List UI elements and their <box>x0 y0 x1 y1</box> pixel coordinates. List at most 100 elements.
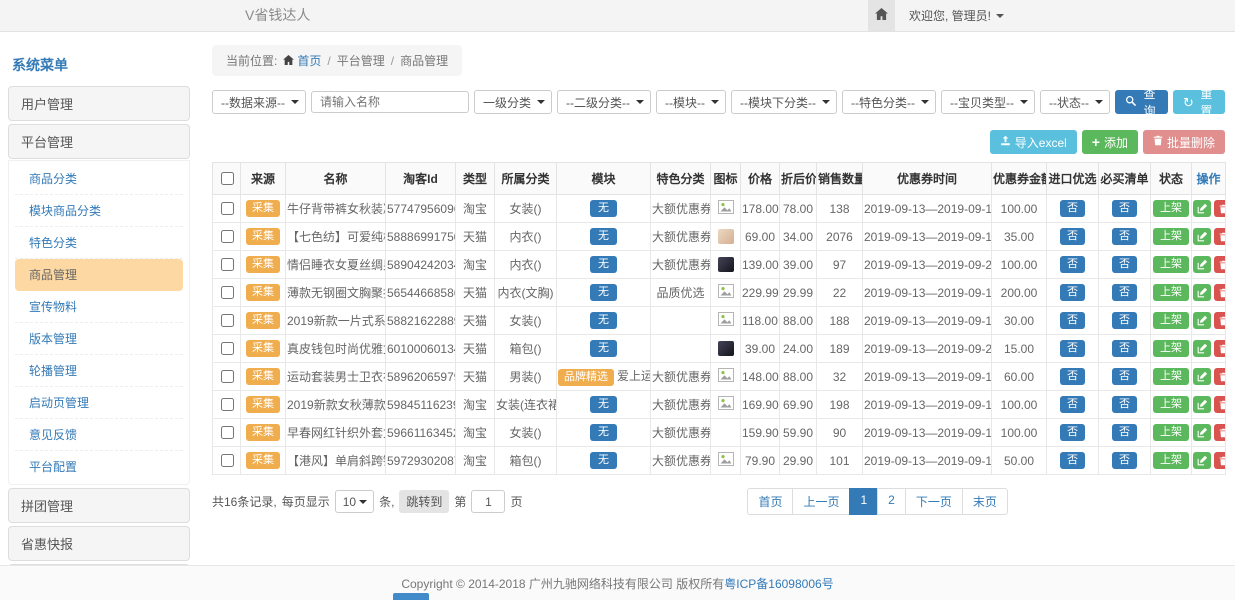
must-buy-button[interactable]: 否 <box>1112 424 1137 441</box>
edit-button[interactable] <box>1193 312 1211 329</box>
page-button-末页[interactable]: 末页 <box>962 488 1008 515</box>
user-menu[interactable]: 欢迎您, 管理员! <box>909 7 1004 24</box>
page-button-下一页[interactable]: 下一页 <box>905 488 963 515</box>
status-button[interactable]: 上架 <box>1153 200 1189 217</box>
status-button[interactable]: 上架 <box>1153 452 1189 469</box>
import-flag-button[interactable]: 否 <box>1060 396 1085 413</box>
import-flag-button[interactable]: 否 <box>1060 256 1085 273</box>
status-button[interactable]: 上架 <box>1153 424 1189 441</box>
reset-button[interactable]: ↻ 重置 <box>1173 90 1225 114</box>
must-buy-button[interactable]: 否 <box>1112 368 1137 385</box>
sidebar-subitem-商品管理[interactable]: 商品管理 <box>15 259 183 291</box>
import-excel-button[interactable]: 导入excel <box>990 130 1077 154</box>
edit-button[interactable] <box>1193 452 1211 469</box>
sidebar-subitem-模块商品分类[interactable]: 模块商品分类 <box>15 195 183 227</box>
jump-page-input[interactable] <box>471 490 505 513</box>
sidebar-subitem-启动页管理[interactable]: 启动页管理 <box>15 387 183 419</box>
icp-link[interactable]: 粤ICP备16098006号 <box>724 575 833 592</box>
home-button[interactable] <box>868 0 895 31</box>
status-button[interactable]: 上架 <box>1153 312 1189 329</box>
edit-button[interactable] <box>1193 256 1211 273</box>
must-buy-button[interactable]: 否 <box>1112 284 1137 301</box>
filter-select-7[interactable]: --宝贝类型-- <box>941 90 1035 114</box>
sidebar-item-省惠快报[interactable]: 省惠快报 <box>8 526 190 561</box>
page-button-1[interactable]: 1 <box>849 488 878 515</box>
status-button[interactable]: 上架 <box>1153 284 1189 301</box>
select-all-checkbox[interactable] <box>221 172 234 185</box>
import-flag-button[interactable]: 否 <box>1060 200 1085 217</box>
batch-delete-button[interactable]: 批量删除 <box>1143 130 1225 154</box>
name-search-input[interactable] <box>311 91 469 113</box>
delete-button[interactable] <box>1214 452 1226 469</box>
import-flag-button[interactable]: 否 <box>1060 284 1085 301</box>
filter-select-5[interactable]: --模块下分类-- <box>731 90 837 114</box>
import-flag-button[interactable]: 否 <box>1060 368 1085 385</box>
row-checkbox[interactable] <box>221 426 234 439</box>
status-button[interactable]: 上架 <box>1153 368 1189 385</box>
must-buy-button[interactable]: 否 <box>1112 452 1137 469</box>
must-buy-button[interactable]: 否 <box>1112 200 1137 217</box>
import-flag-button[interactable]: 否 <box>1060 452 1085 469</box>
delete-button[interactable] <box>1214 368 1226 385</box>
search-button[interactable]: 查询 <box>1115 90 1168 114</box>
delete-button[interactable] <box>1214 340 1226 357</box>
filter-select-4[interactable]: --模块-- <box>656 90 726 114</box>
add-button[interactable]: + 添加 <box>1082 130 1138 154</box>
sidebar-item-平台管理[interactable]: 平台管理 <box>8 124 190 159</box>
filter-select-3[interactable]: --二级分类-- <box>557 90 651 114</box>
sidebar-subitem-轮播管理[interactable]: 轮播管理 <box>15 355 183 387</box>
sidebar-subitem-宣传物料[interactable]: 宣传物料 <box>15 291 183 323</box>
filter-select-2[interactable]: 一级分类 <box>474 90 552 114</box>
row-checkbox[interactable] <box>221 454 234 467</box>
per-page-select[interactable]: 10 <box>335 490 374 513</box>
breadcrumb-home-link[interactable]: 首页 <box>283 52 321 69</box>
sidebar-subitem-意见反馈[interactable]: 意见反馈 <box>15 419 183 451</box>
row-checkbox[interactable] <box>221 202 234 215</box>
filter-select-1[interactable]: --数据来源-- <box>212 90 306 114</box>
status-button[interactable]: 上架 <box>1153 396 1189 413</box>
row-checkbox[interactable] <box>221 342 234 355</box>
sidebar-subitem-商品分类[interactable]: 商品分类 <box>15 163 183 195</box>
edit-button[interactable] <box>1193 200 1211 217</box>
delete-button[interactable] <box>1214 228 1226 245</box>
edit-button[interactable] <box>1193 424 1211 441</box>
must-buy-button[interactable]: 否 <box>1112 396 1137 413</box>
must-buy-button[interactable]: 否 <box>1112 312 1137 329</box>
row-checkbox[interactable] <box>221 398 234 411</box>
page-button-首页[interactable]: 首页 <box>747 488 793 515</box>
row-checkbox[interactable] <box>221 370 234 383</box>
status-button[interactable]: 上架 <box>1153 228 1189 245</box>
delete-button[interactable] <box>1214 200 1226 217</box>
row-checkbox[interactable] <box>221 314 234 327</box>
sidebar-item-用户管理[interactable]: 用户管理 <box>8 86 190 121</box>
must-buy-button[interactable]: 否 <box>1112 228 1137 245</box>
must-buy-button[interactable]: 否 <box>1112 256 1137 273</box>
jump-button[interactable]: 跳转到 <box>399 490 449 513</box>
page-button-2[interactable]: 2 <box>877 488 906 515</box>
import-flag-button[interactable]: 否 <box>1060 424 1085 441</box>
edit-button[interactable] <box>1193 284 1211 301</box>
must-buy-button[interactable]: 否 <box>1112 340 1137 357</box>
edit-button[interactable] <box>1193 396 1211 413</box>
sidebar-item-拼团管理[interactable]: 拼团管理 <box>8 488 190 523</box>
status-button[interactable]: 上架 <box>1153 340 1189 357</box>
delete-button[interactable] <box>1214 396 1226 413</box>
sidebar-subitem-版本管理[interactable]: 版本管理 <box>15 323 183 355</box>
import-flag-button[interactable]: 否 <box>1060 312 1085 329</box>
row-checkbox[interactable] <box>221 230 234 243</box>
edit-button[interactable] <box>1193 340 1211 357</box>
filter-select-6[interactable]: --特色分类-- <box>842 90 936 114</box>
delete-button[interactable] <box>1214 424 1226 441</box>
import-flag-button[interactable]: 否 <box>1060 340 1085 357</box>
edit-button[interactable] <box>1193 368 1211 385</box>
row-checkbox[interactable] <box>221 286 234 299</box>
row-checkbox[interactable] <box>221 258 234 271</box>
delete-button[interactable] <box>1214 284 1226 301</box>
import-flag-button[interactable]: 否 <box>1060 228 1085 245</box>
delete-button[interactable] <box>1214 312 1226 329</box>
sidebar-subitem-特色分类[interactable]: 特色分类 <box>15 227 183 259</box>
status-button[interactable]: 上架 <box>1153 256 1189 273</box>
delete-button[interactable] <box>1214 256 1226 273</box>
edit-button[interactable] <box>1193 228 1211 245</box>
page-button-上一页[interactable]: 上一页 <box>792 488 850 515</box>
